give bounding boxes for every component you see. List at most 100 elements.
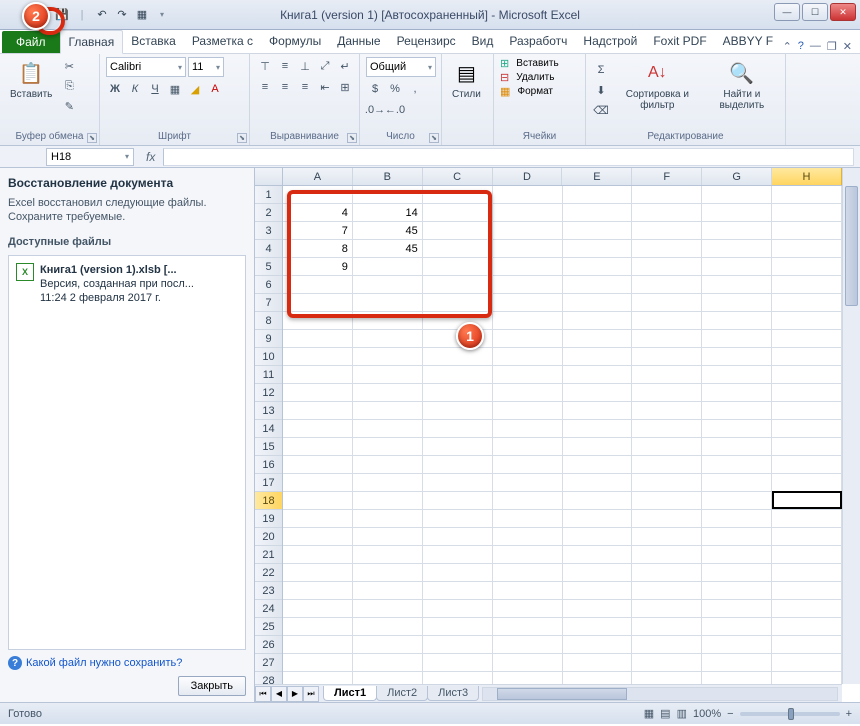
group-launcher[interactable]: ⬊: [87, 133, 97, 143]
cell[interactable]: [423, 474, 493, 492]
underline-button[interactable]: Ч: [146, 80, 164, 98]
column-header[interactable]: F: [632, 168, 702, 185]
ribbon-tab[interactable]: Рецензирс: [389, 30, 464, 53]
recovery-close-button[interactable]: Закрыть: [178, 676, 246, 696]
font-name-combo[interactable]: Calibri▾: [106, 57, 186, 77]
cell[interactable]: [283, 294, 353, 312]
cell[interactable]: [563, 384, 633, 402]
horizontal-scrollbar[interactable]: [482, 687, 838, 701]
sheet-tab[interactable]: Лист1: [323, 686, 377, 701]
cell[interactable]: [493, 510, 563, 528]
paste-button[interactable]: 📋 Вставить: [6, 57, 56, 102]
cell[interactable]: [563, 492, 633, 510]
cell[interactable]: [353, 186, 423, 204]
cell[interactable]: [493, 294, 563, 312]
align-left-button[interactable]: ≡: [256, 78, 274, 96]
row-header[interactable]: 17: [255, 474, 282, 492]
cell[interactable]: [493, 420, 563, 438]
zoom-in-button[interactable]: +: [846, 708, 852, 720]
cell[interactable]: [493, 330, 563, 348]
cell[interactable]: [563, 438, 633, 456]
cell[interactable]: [423, 276, 493, 294]
cell[interactable]: [632, 348, 702, 366]
cell[interactable]: [632, 240, 702, 258]
font-color-button[interactable]: A: [206, 80, 224, 98]
cell[interactable]: [493, 600, 563, 618]
row-header[interactable]: 24: [255, 600, 282, 618]
cell[interactable]: [702, 186, 772, 204]
cell[interactable]: 45: [353, 240, 423, 258]
cell[interactable]: [423, 528, 493, 546]
maximize-button[interactable]: ☐: [802, 3, 828, 21]
cell[interactable]: [772, 204, 842, 222]
zoom-out-button[interactable]: −: [727, 708, 733, 720]
cell[interactable]: [772, 600, 842, 618]
cell[interactable]: [493, 492, 563, 510]
increase-decimal-button[interactable]: .0→: [366, 101, 384, 119]
cell[interactable]: [702, 654, 772, 672]
align-middle-button[interactable]: ≡: [276, 57, 294, 75]
cell[interactable]: [772, 366, 842, 384]
cell[interactable]: [563, 258, 633, 276]
cell[interactable]: [772, 528, 842, 546]
recovery-help-link[interactable]: ? Какой файл нужно сохранить?: [8, 656, 246, 670]
cell[interactable]: [283, 438, 353, 456]
percent-button[interactable]: %: [386, 80, 404, 98]
fx-icon[interactable]: fx: [138, 150, 163, 164]
cell[interactable]: [632, 402, 702, 420]
cell[interactable]: [772, 384, 842, 402]
row-header[interactable]: 15: [255, 438, 282, 456]
cell[interactable]: [283, 348, 353, 366]
formula-input[interactable]: [163, 148, 854, 166]
cell[interactable]: [772, 492, 842, 510]
cell[interactable]: [353, 564, 423, 582]
cell[interactable]: [632, 528, 702, 546]
cell[interactable]: [423, 510, 493, 528]
ribbon-tab[interactable]: Разметка с: [184, 30, 261, 53]
cell[interactable]: [563, 618, 633, 636]
minimize-button[interactable]: —: [774, 3, 800, 21]
file-tab[interactable]: Файл: [2, 31, 60, 53]
cell[interactable]: [702, 330, 772, 348]
cell[interactable]: [702, 222, 772, 240]
cell[interactable]: [772, 348, 842, 366]
cell[interactable]: [283, 384, 353, 402]
cell[interactable]: [563, 510, 633, 528]
decrease-decimal-button[interactable]: ←.0: [386, 101, 404, 119]
column-header[interactable]: E: [562, 168, 632, 185]
font-size-combo[interactable]: 11▾: [188, 57, 224, 77]
number-format-combo[interactable]: Общий▾: [366, 57, 436, 77]
cell[interactable]: [423, 600, 493, 618]
cell[interactable]: [563, 582, 633, 600]
qat-dropdown-icon[interactable]: ▾: [154, 7, 170, 23]
cell[interactable]: [493, 618, 563, 636]
cell[interactable]: [493, 438, 563, 456]
cell[interactable]: [632, 294, 702, 312]
cell[interactable]: 45: [353, 222, 423, 240]
format-painter-button[interactable]: ✎: [60, 97, 78, 115]
cut-button[interactable]: ✂: [60, 57, 78, 75]
column-header[interactable]: A: [283, 168, 353, 185]
bold-button[interactable]: Ж: [106, 80, 124, 98]
cell[interactable]: [702, 546, 772, 564]
cell[interactable]: [563, 420, 633, 438]
italic-button[interactable]: К: [126, 80, 144, 98]
cell[interactable]: [493, 204, 563, 222]
cell[interactable]: [353, 294, 423, 312]
insert-cells-button[interactable]: ⊞ Вставить: [500, 57, 559, 70]
copy-button[interactable]: ⎘: [60, 77, 78, 95]
cell[interactable]: [423, 636, 493, 654]
cell[interactable]: [772, 330, 842, 348]
cell[interactable]: [283, 546, 353, 564]
workbook-close-icon[interactable]: ✕: [843, 40, 852, 53]
column-header[interactable]: B: [353, 168, 423, 185]
format-cells-button[interactable]: ▦ Формат: [500, 85, 553, 98]
border-button[interactable]: ▦: [166, 80, 184, 98]
cell[interactable]: [423, 258, 493, 276]
sheet-tab[interactable]: Лист2: [376, 686, 428, 701]
cell[interactable]: [563, 276, 633, 294]
close-button[interactable]: ✕: [830, 3, 856, 21]
zoom-level[interactable]: 100%: [693, 708, 721, 720]
cell[interactable]: [772, 582, 842, 600]
styles-button[interactable]: ▤ Стили: [448, 57, 485, 102]
